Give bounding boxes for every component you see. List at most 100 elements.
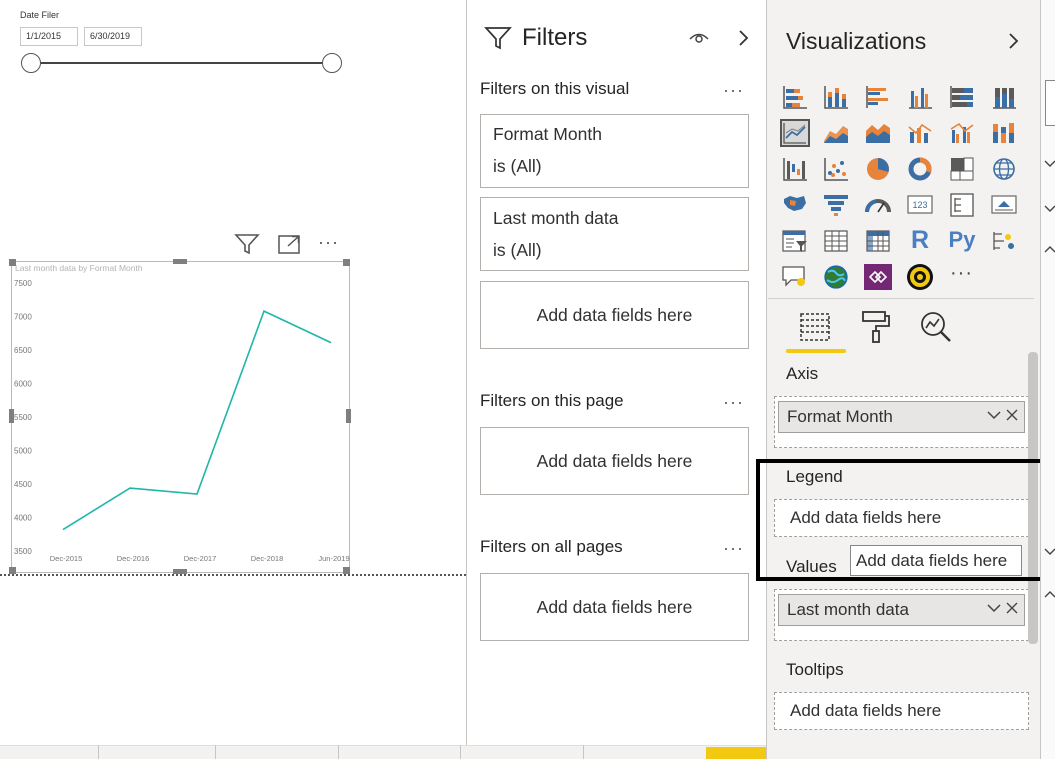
report-filters-drop-zone[interactable]: Add data fields here [480,573,749,641]
chevron-down-icon[interactable] [986,408,1006,425]
x-tick-label: Jun-2019 [318,554,349,563]
ribbon-chart-icon[interactable] [989,119,1019,147]
chevron-right-icon[interactable] [1006,31,1022,51]
page-tab-separator [215,745,216,759]
clustered-column-chart-icon[interactable] [905,83,935,111]
more-visuals-button[interactable]: ··· [950,262,973,285]
chevron-up-icon[interactable] [1044,243,1055,257]
chevron-down-icon[interactable] [1044,158,1055,172]
page-tab-separator [583,745,584,759]
clustered-bar-chart-icon[interactable] [863,83,893,111]
gauge-icon[interactable] [863,191,893,219]
axis-field-name: Format Month [787,407,893,426]
filter-card-last-month-data[interactable]: Last month data is (All) [480,197,749,271]
line-chart-icon[interactable] [780,119,810,147]
visual-more-options[interactable]: ··· [318,232,339,253]
filters-on-visual-more[interactable]: ··· [723,80,744,101]
slicer-title: Date Filer [20,10,60,20]
fields-tab-icon[interactable] [798,309,834,345]
chevron-down-icon[interactable] [986,601,1006,618]
chevron-right-icon[interactable] [736,28,752,48]
page-tabs-bar [0,745,766,759]
tooltips-well[interactable]: Add data fields here [774,692,1029,730]
axis-field-pill[interactable]: Format Month [778,401,1025,433]
100-stacked-bar-chart-icon[interactable] [947,83,977,111]
visualizations-pane-title: Visualizations [786,28,927,54]
y-tick-label: 7000 [14,313,32,322]
close-icon[interactable] [1006,601,1018,618]
focus-mode-icon[interactable] [277,232,303,256]
resize-handle-br[interactable] [343,567,350,574]
analytics-magnifier-icon[interactable] [918,309,954,345]
filter-card-state: is (All) [493,240,542,260]
filter-card-state: is (All) [493,156,542,176]
filled-map-icon[interactable] [780,191,810,219]
stacked-area-chart-icon[interactable] [863,119,893,147]
y-tick-label: 7500 [14,279,32,288]
filters-on-page-more[interactable]: ··· [723,392,744,413]
card-icon[interactable]: 123 [905,191,935,219]
filter-card-format-month[interactable]: Format Month is (All) [480,114,749,188]
slicer-start-date-input[interactable]: 1/1/2015 [20,27,78,46]
resize-handle-left[interactable] [9,409,14,423]
line-and-clustered-column-chart-icon[interactable] [947,119,977,147]
qna-visual-icon[interactable] [780,263,810,291]
resize-handle-bl[interactable] [9,567,16,574]
stacked-bar-chart-icon[interactable] [780,83,810,111]
format-paint-roller-icon[interactable] [858,309,894,345]
resize-handle-tl[interactable] [9,259,16,266]
resize-handle-top[interactable] [173,259,187,264]
treemap-icon[interactable] [947,155,977,183]
waterfall-chart-icon[interactable] [780,155,810,183]
line-and-stacked-column-chart-icon[interactable] [905,119,935,147]
slicer-end-handle[interactable] [322,53,342,73]
matrix-icon[interactable] [863,227,893,255]
chevron-down-icon[interactable] [1044,203,1055,217]
slicer-end-date-input[interactable]: 6/30/2019 [84,27,142,46]
visual-filters-drop-zone[interactable]: Add data fields here [480,281,749,349]
fields-pane-search-box[interactable] [1045,80,1055,126]
chevron-up-icon[interactable] [1044,588,1055,602]
series-line[interactable] [62,310,332,531]
area-chart-icon[interactable] [821,119,851,147]
key-influencers-icon[interactable] [989,227,1019,255]
filter-icon[interactable] [234,232,260,256]
close-icon[interactable] [1006,408,1018,425]
scatter-chart-icon[interactable] [821,155,851,183]
data-point[interactable] [329,340,334,345]
filter-card-name: Format Month [493,124,602,144]
card-icon-label: 123 [912,200,927,210]
y-tick-label: 4000 [14,514,32,523]
table-icon[interactable] [821,227,851,255]
resize-handle-tr[interactable] [343,259,350,266]
pie-chart-icon[interactable] [863,155,893,183]
data-point[interactable] [262,309,267,314]
arcgis-map-icon[interactable] [821,263,851,291]
custom-visual-icon[interactable] [905,263,935,291]
slicer-icon[interactable] [780,227,810,255]
r-script-visual-icon[interactable]: R [905,225,935,254]
funnel-chart-icon[interactable] [821,191,851,219]
stacked-column-chart-icon[interactable] [821,83,851,111]
y-tick-label: 6000 [14,380,32,389]
slicer-track[interactable] [31,62,332,64]
map-icon[interactable] [989,155,1019,183]
values-field-pill[interactable]: Last month data [778,594,1025,626]
eye-icon[interactable] [688,28,710,46]
slicer-start-handle[interactable] [21,53,41,73]
data-point[interactable] [195,492,200,497]
power-apps-visual-icon[interactable] [863,263,893,291]
resize-handle-right[interactable] [346,409,351,423]
donut-chart-icon[interactable] [905,155,935,183]
python-visual-icon[interactable]: Py [945,225,979,253]
x-tick-label: Dec-2015 [50,554,83,563]
chevron-down-icon[interactable] [1044,546,1055,560]
filters-on-all-pages-more[interactable]: ··· [723,538,744,559]
data-point[interactable] [128,486,133,491]
kpi-icon[interactable] [989,191,1019,219]
multi-row-card-icon[interactable] [947,191,977,219]
100-stacked-column-chart-icon[interactable] [989,83,1019,111]
page-filters-drop-zone[interactable]: Add data fields here [480,427,749,495]
page-tab-active[interactable] [706,747,766,759]
data-point[interactable] [61,527,66,532]
